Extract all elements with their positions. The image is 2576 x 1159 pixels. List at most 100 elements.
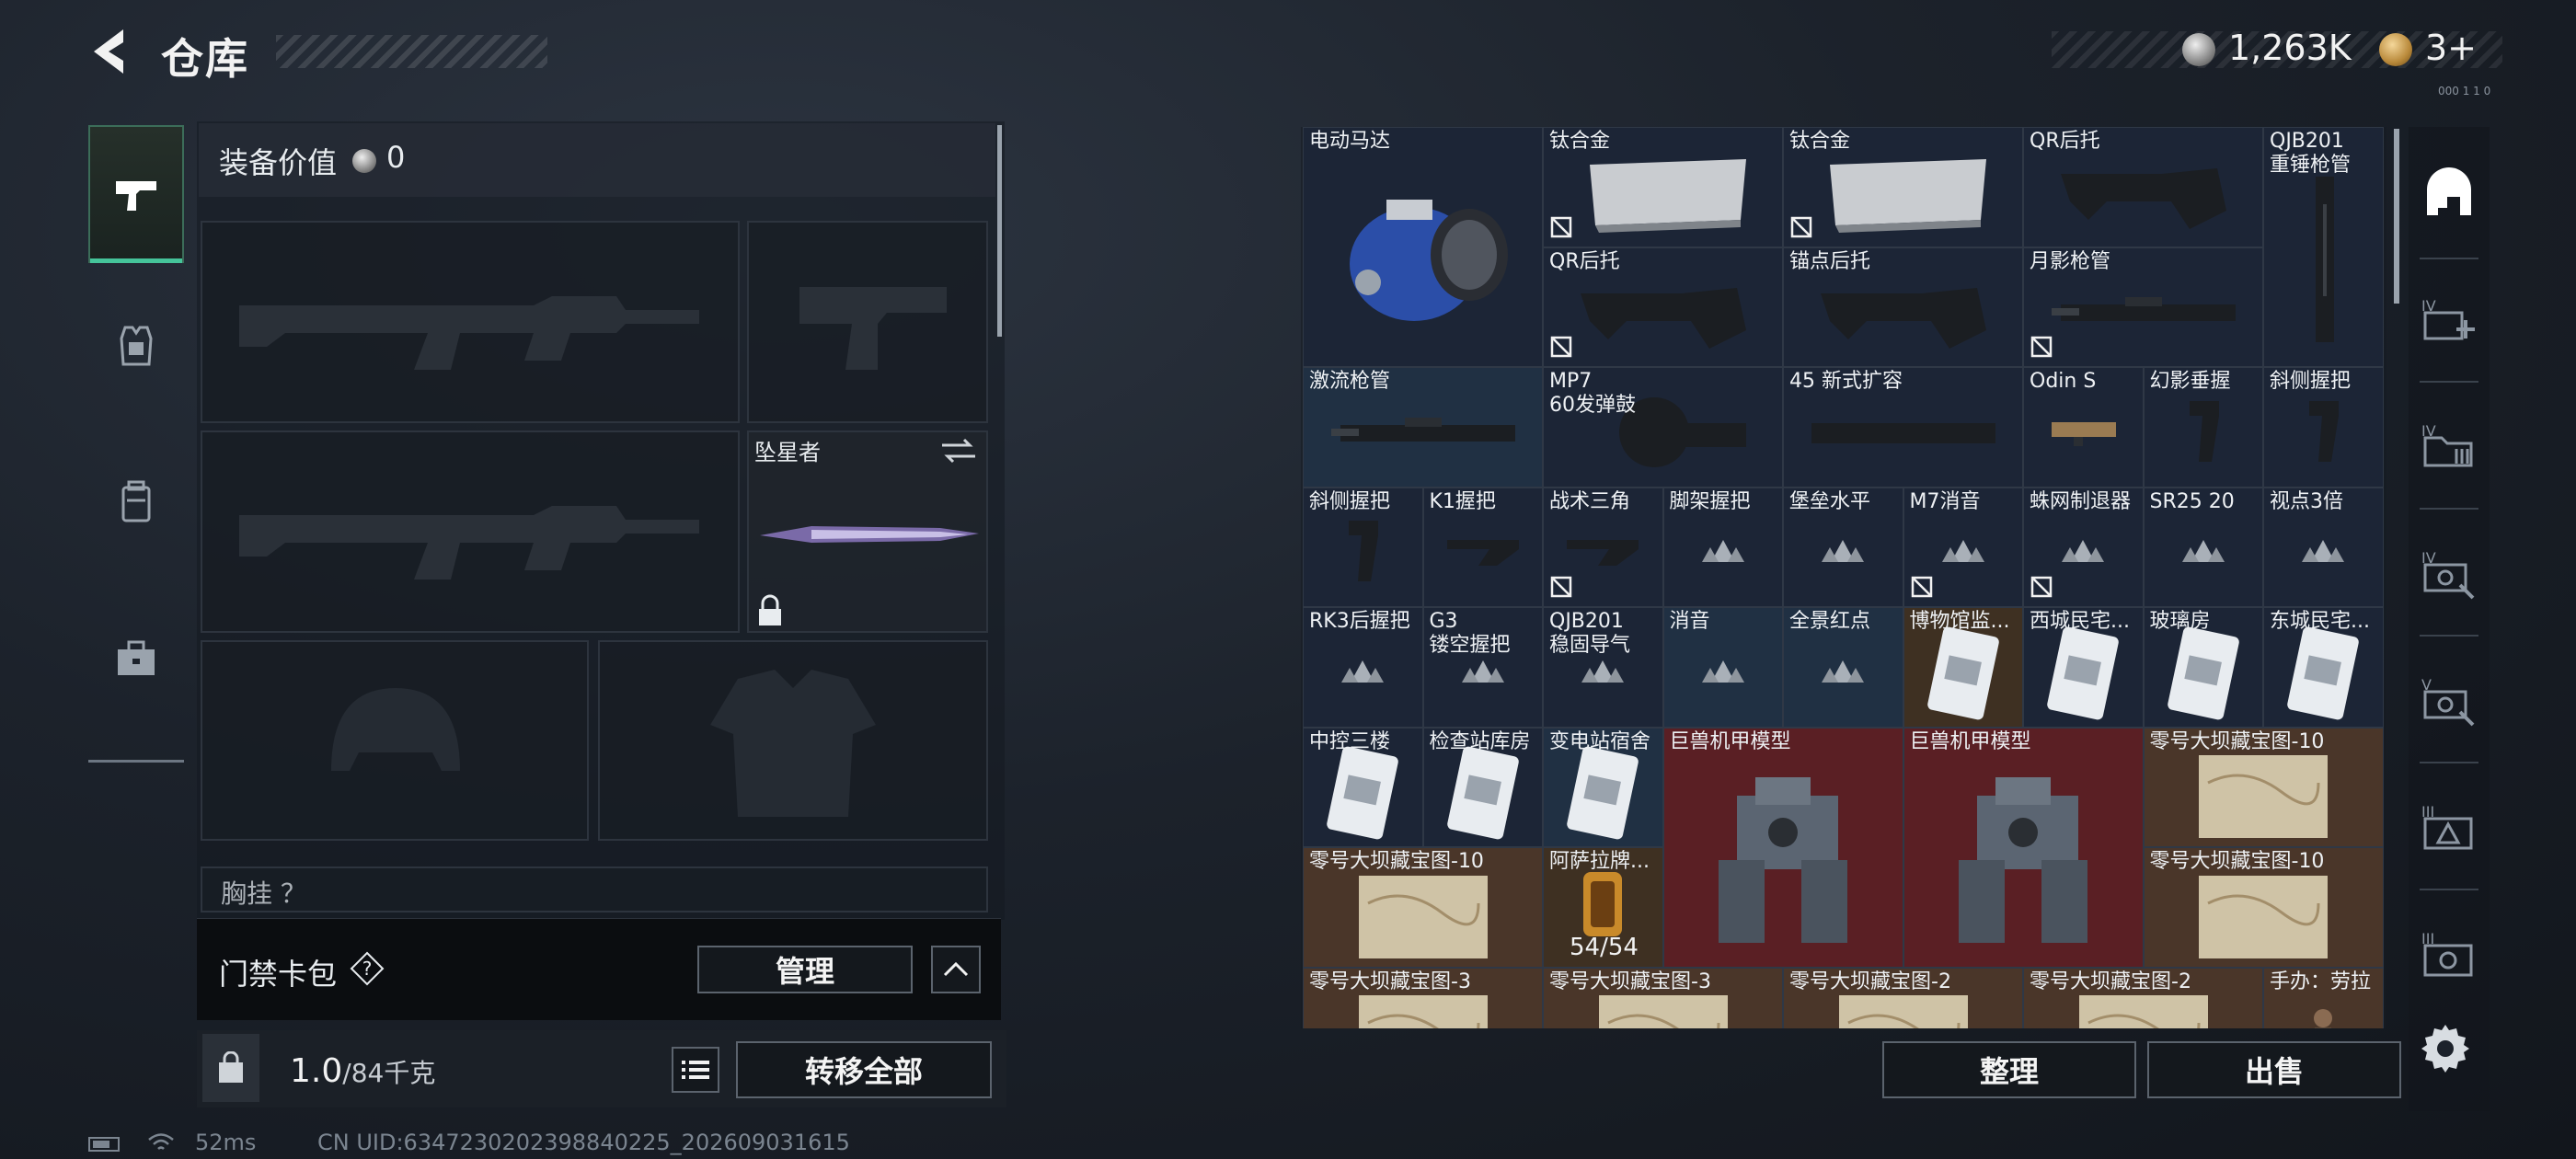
storage-item[interactable]: 变电站宿舍 xyxy=(1543,727,1663,847)
primary-weapon-slot-1[interactable] xyxy=(201,221,740,423)
tri-item-icon xyxy=(1698,659,1748,690)
tab-case[interactable] xyxy=(88,585,184,732)
storage-item[interactable]: 激流枪管 xyxy=(1303,367,1543,488)
storage-item[interactable]: 电动马达 xyxy=(1303,127,1543,367)
storage-item[interactable]: 堡垒水平 xyxy=(1783,487,1903,607)
storage-item[interactable]: M7消音 xyxy=(1903,487,2023,607)
storage-item[interactable]: 博物馆监... xyxy=(1903,607,2023,728)
grip-item-icon xyxy=(1340,515,1386,592)
tab-backpack[interactable] xyxy=(88,429,184,576)
swap-icon[interactable] xyxy=(938,436,979,465)
storage-item[interactable]: 斜侧握把 xyxy=(2263,367,2384,488)
collapse-button[interactable] xyxy=(931,946,981,993)
storage-item[interactable]: QJB201 重锤枪管 xyxy=(2263,127,2384,367)
item-name: 玻璃房 xyxy=(2149,610,2211,633)
storage-item[interactable]: K1握把 xyxy=(1422,487,1543,607)
storage-item[interactable]: SR25 20 xyxy=(2143,487,2263,607)
storage-item[interactable]: 零号大坝藏宝图-10 xyxy=(2143,727,2384,847)
storage-item[interactable]: 锚点后托 xyxy=(1783,247,2023,367)
storage-item[interactable]: 巨兽机甲模型 xyxy=(1903,727,2144,968)
tab-storage-iii-a[interactable]: III xyxy=(2409,771,2490,881)
manage-button[interactable]: 管理 xyxy=(697,946,913,993)
item-name: 钛合金 xyxy=(1549,130,1611,153)
weight-lock-button[interactable] xyxy=(202,1034,259,1102)
card-item-icon xyxy=(1922,622,2005,727)
storage-item[interactable]: MP7 60发弹鼓 xyxy=(1543,367,1783,488)
stock-item-icon xyxy=(1811,266,1995,361)
scrollbar[interactable] xyxy=(997,125,1002,337)
transfer-all-button[interactable]: 转移全部 xyxy=(736,1041,992,1098)
tab-weapons[interactable] xyxy=(88,125,184,263)
storage-item[interactable]: QR后托 xyxy=(2023,127,2263,247)
add-storage-icon: IV xyxy=(2421,297,2475,340)
tab-storage-iii-b[interactable]: III xyxy=(2409,898,2490,1008)
sell-button[interactable]: 出售 xyxy=(2147,1041,2401,1098)
storage-item[interactable]: 零号大坝藏宝图-3 xyxy=(1303,967,1543,1028)
storage-item[interactable]: G3 镂空握把 xyxy=(1422,607,1543,728)
storage-item[interactable]: 零号大坝藏宝图-3 xyxy=(1543,967,1783,1028)
storage-item[interactable]: Odin S xyxy=(2023,367,2144,488)
storage-item[interactable]: 消音 xyxy=(1662,607,1783,728)
item-name: Odin S xyxy=(2030,370,2097,393)
tab-storage-add[interactable]: IV xyxy=(2409,265,2490,375)
storage-item[interactable]: 零号大坝藏宝图-2 xyxy=(2023,967,2263,1028)
storage-item[interactable]: 手办：劳拉 xyxy=(2263,967,2384,1028)
item-name: 斜侧握把 xyxy=(1309,489,1391,513)
storage-item[interactable]: 幻影垂握 xyxy=(2143,367,2263,488)
storage-item[interactable]: RK3后握把 xyxy=(1303,607,1423,728)
ping-value: 52ms xyxy=(195,1130,257,1155)
help-icon[interactable]: ? xyxy=(350,951,385,986)
armor-slot[interactable] xyxy=(598,640,988,841)
sort-button[interactable]: 整理 xyxy=(1882,1041,2136,1098)
storage-item[interactable]: 蛛网制退器 xyxy=(2023,487,2144,607)
storage-item[interactable]: 45 新式扩容 xyxy=(1783,367,2023,488)
list-view-button[interactable] xyxy=(672,1047,719,1093)
pistol-slot[interactable] xyxy=(747,221,988,423)
storage-item[interactable]: 脚架握把 xyxy=(1662,487,1783,607)
storage-grid: 电动马达 钛合金 钛合金 QR后托 QJB201 重锤枪管 QR后托 锚点后托 月影枪管 激流枪… xyxy=(1303,127,2385,1028)
storage-item[interactable]: 巨兽机甲模型 xyxy=(1662,727,1903,968)
storage-item[interactable]: QR后托 xyxy=(1543,247,1783,367)
storage-scrollbar[interactable] xyxy=(2394,129,2399,304)
weight-current: 1.0 xyxy=(290,1052,343,1090)
primary-weapon-slot-2[interactable] xyxy=(201,430,740,633)
settings-gear-icon[interactable] xyxy=(2420,1021,2471,1073)
stock-item-icon xyxy=(2052,146,2236,242)
storage-item[interactable]: 钛合金 xyxy=(1543,127,1783,247)
ticket-count[interactable]: 3+ xyxy=(2425,28,2477,68)
tab-storage-main[interactable] xyxy=(2409,136,2490,247)
chest-rig-slot[interactable] xyxy=(201,866,988,912)
helmet-slot[interactable] xyxy=(201,640,589,841)
storage-item[interactable]: 东城民宅... xyxy=(2263,607,2384,728)
storage-item[interactable]: 战术三角 xyxy=(1543,487,1663,607)
storage-item[interactable]: 玻璃房 xyxy=(2143,607,2263,728)
storage-item[interactable]: 零号大坝藏宝图-10 xyxy=(1303,847,1543,968)
storage-item[interactable]: 中控三楼 xyxy=(1303,727,1423,847)
storage-item[interactable]: 斜侧握把 xyxy=(1303,487,1423,607)
tab-divider xyxy=(2420,258,2478,259)
tabs-divider xyxy=(88,760,184,763)
figure-item-icon xyxy=(2291,1000,2355,1028)
tab-storage-v[interactable]: V xyxy=(2409,644,2490,754)
item-name: 45 新式扩容 xyxy=(1789,370,1903,393)
storage-item[interactable]: 零号大坝藏宝图-10 xyxy=(2143,847,2384,968)
storage-item[interactable]: 钛合金 xyxy=(1783,127,2023,247)
storage-item[interactable]: 全景红点 xyxy=(1783,607,1903,728)
melee-knife-icon xyxy=(760,526,979,543)
barrel-item-icon xyxy=(2042,284,2245,343)
iii-storage-b-icon: III xyxy=(2421,930,2473,977)
storage-item[interactable]: 西城民宅... xyxy=(2023,607,2144,728)
item-name: 消音 xyxy=(1669,610,1710,633)
tab-storage-gear[interactable]: IV xyxy=(2409,517,2490,627)
back-arrow-icon[interactable] xyxy=(85,24,140,79)
storage-item[interactable]: 阿萨拉牌... 54/54 xyxy=(1543,847,1663,968)
storage-item[interactable]: 月影枪管 xyxy=(2023,247,2263,367)
storage-item[interactable]: 零号大坝藏宝图-2 xyxy=(1783,967,2023,1028)
storage-item[interactable]: 检查站库房 xyxy=(1422,727,1543,847)
tab-storage-folder[interactable]: IV xyxy=(2409,390,2490,500)
v-storage-icon: V xyxy=(2421,676,2475,727)
storage-item[interactable]: 视点3倍 xyxy=(2263,487,2384,607)
tab-armor[interactable] xyxy=(88,272,184,419)
weight-icon xyxy=(219,1051,243,1083)
storage-item[interactable]: QJB201 稳固导气 xyxy=(1543,607,1663,728)
